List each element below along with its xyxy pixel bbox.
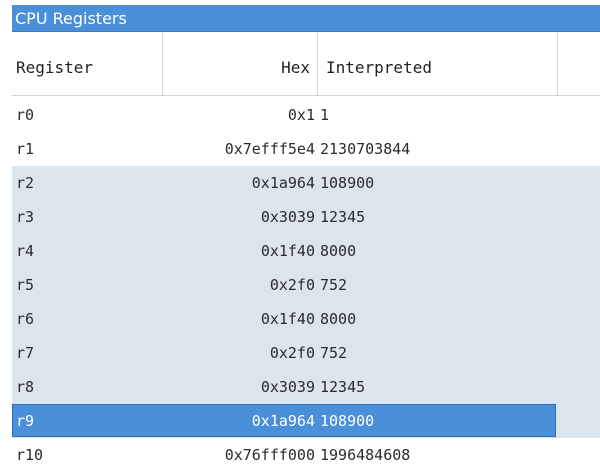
register-interpreted-value: 2130703844 <box>320 140 411 158</box>
table-row-r3[interactable]: r3 0x3039 12345 <box>12 200 600 234</box>
register-interpreted-value: 752 <box>320 344 348 362</box>
table-header: Register Hex Interpreted <box>12 33 600 96</box>
register-interpreted-value: 108900 <box>320 412 375 430</box>
column-header-register[interactable]: Register <box>12 33 163 95</box>
table-row-r10[interactable]: r10 0x76fff000 1996484608 <box>12 438 600 472</box>
column-header-interpreted[interactable]: Interpreted <box>318 33 558 95</box>
table-row-r5[interactable]: r5 0x2f0 752 <box>12 268 600 302</box>
register-hex-value: 0x7efff5e4 <box>224 140 315 158</box>
table-row-r6[interactable]: r6 0x1f40 8000 <box>12 302 600 336</box>
register-name: r10 <box>16 446 44 464</box>
column-header-hex[interactable]: Hex <box>163 33 318 95</box>
register-hex-value: 0x1a964 <box>251 174 315 192</box>
register-interpreted-value: 1996484608 <box>320 446 411 464</box>
register-name: r3 <box>16 208 35 226</box>
register-hex-value: 0x2f0 <box>269 276 315 294</box>
register-interpreted-value: 8000 <box>320 242 357 260</box>
table-row-r0[interactable]: r0 0x1 1 <box>12 98 600 132</box>
table-row-r7[interactable]: r7 0x2f0 752 <box>12 336 600 370</box>
register-name: r5 <box>16 276 35 294</box>
register-interpreted-value: 108900 <box>320 174 375 192</box>
register-name: r7 <box>16 344 35 362</box>
register-name: r0 <box>16 106 35 124</box>
register-name: r2 <box>16 174 35 192</box>
register-interpreted-value: 12345 <box>320 378 366 396</box>
table-row-r2[interactable]: r2 0x1a964 108900 <box>12 166 600 200</box>
register-name: r9 <box>16 412 35 430</box>
register-hex-value: 0x2f0 <box>269 344 315 362</box>
register-hex-value: 0x1f40 <box>260 310 315 328</box>
table-row-r1[interactable]: r1 0x7efff5e4 2130703844 <box>12 132 600 166</box>
cpu-registers-panel: CPU Registers Register Hex Interpreted r… <box>12 5 600 475</box>
register-hex-value: 0x76fff000 <box>224 446 315 464</box>
register-interpreted-value: 8000 <box>320 310 357 328</box>
panel-title: CPU Registers <box>12 5 600 32</box>
table-row-r4[interactable]: r4 0x1f40 8000 <box>12 234 600 268</box>
register-hex-value: 0x1a964 <box>251 412 315 430</box>
register-name: r4 <box>16 242 35 260</box>
register-interpreted-value: 12345 <box>320 208 366 226</box>
register-interpreted-value: 752 <box>320 276 348 294</box>
register-hex-value: 0x1f40 <box>260 242 315 260</box>
register-name: r8 <box>16 378 35 396</box>
register-name: r1 <box>16 140 35 158</box>
table-row-r9-selected[interactable]: r9 0x1a964 108900 <box>12 404 600 438</box>
table-row-r8[interactable]: r8 0x3039 12345 <box>12 370 600 404</box>
column-header-filler <box>558 33 600 95</box>
register-hex-value: 0x3039 <box>260 378 315 396</box>
register-name: r6 <box>16 310 35 328</box>
register-hex-value: 0x3039 <box>260 208 315 226</box>
register-interpreted-value: 1 <box>320 106 330 124</box>
register-hex-value: 0x1 <box>287 106 315 124</box>
